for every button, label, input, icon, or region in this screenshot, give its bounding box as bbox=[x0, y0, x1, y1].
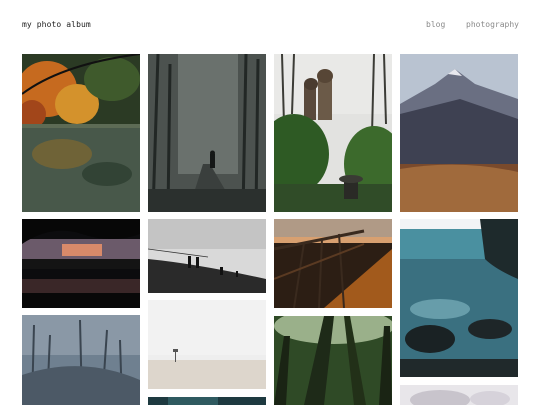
site-header: my photo album blog photography bbox=[0, 0, 540, 50]
photo-autumn-lake[interactable] bbox=[22, 54, 140, 212]
photo-forest-canopy[interactable] bbox=[274, 316, 392, 405]
photo-sunset-lake[interactable] bbox=[22, 219, 140, 308]
nav-link-blog[interactable]: blog bbox=[426, 20, 445, 29]
photo-foggy-forest-path[interactable] bbox=[148, 54, 266, 212]
photo-bright-partial[interactable] bbox=[400, 385, 518, 405]
photo-misty-winter-trees[interactable] bbox=[22, 315, 140, 405]
site-title[interactable]: my photo album bbox=[22, 20, 91, 29]
photo-wooden-pier[interactable] bbox=[274, 219, 392, 308]
photo-dark-teal[interactable] bbox=[148, 397, 266, 405]
nav-link-photography[interactable]: photography bbox=[466, 20, 519, 29]
photo-rocky-sea-coast[interactable] bbox=[400, 219, 518, 377]
photo-windy-hill-figures[interactable] bbox=[148, 219, 266, 293]
photo-foggy-beach-sign[interactable] bbox=[148, 300, 266, 389]
photo-villa-garden[interactable] bbox=[274, 54, 392, 212]
photo-mountain-meadow[interactable] bbox=[400, 54, 518, 212]
